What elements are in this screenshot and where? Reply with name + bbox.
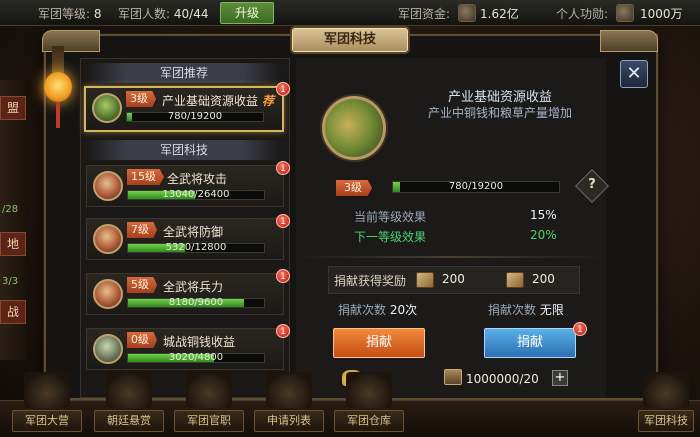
recommended-tech-card[interactable]: 3级 产业基础资源收益 780/19200 [84, 86, 284, 132]
nav-art-icon [346, 372, 392, 408]
donate-count-1: 捐献次数 20次 [338, 303, 418, 317]
next-effect-label: 下一等级效果 [354, 230, 427, 244]
detail-description: 产业中铜钱和粮草产量增加 [427, 106, 572, 120]
nav-art-icon [266, 372, 312, 408]
detail-level-badge: 3级 [336, 180, 372, 196]
lantern-tassel [56, 102, 60, 128]
legion-level: 军团等级: 8 [38, 7, 102, 21]
donate-count-2: 捐献次数 无限 [488, 303, 564, 317]
close-button[interactable]: ✕ [620, 60, 648, 88]
card-level-badge: 0级 [127, 332, 157, 348]
card-title: 全武将兵力 [163, 280, 224, 294]
dialog-corner-left [42, 30, 100, 52]
notification-badge: 1 [573, 322, 587, 336]
tech-icon [93, 171, 123, 201]
reward-label: 捐献获得奖励 [334, 274, 407, 288]
tech-header: 军团科技 [86, 140, 282, 160]
chest-icon [444, 369, 462, 385]
nav-art-icon [24, 372, 70, 408]
dialog-title: 军团科技 [292, 28, 408, 52]
tech-list-item[interactable]: 0级 城战铜钱收益 3020/4800 [86, 328, 284, 370]
current-effect-label: 当前等级效果 [354, 210, 427, 224]
nav-art-icon [186, 372, 232, 408]
card-progress-bar: 5320/12800 [127, 242, 265, 253]
tech-icon [93, 279, 123, 309]
card-progress-bar: 8180/9600 [127, 297, 265, 308]
card-level-badge: 3级 [126, 91, 156, 107]
add-button[interactable]: + [552, 370, 568, 386]
card-title: 全武将攻击 [167, 172, 228, 186]
card-level-badge: 15级 [127, 169, 164, 185]
current-effect-value: 15% [530, 208, 557, 222]
card-progress-text: 3020/4800 [168, 352, 224, 363]
detail-progress-text: 780/19200 [448, 181, 504, 192]
detail-divider [298, 256, 604, 258]
donate-button-copper[interactable]: 捐献 [333, 328, 425, 358]
recommend-header: 军团推荐 [86, 63, 282, 83]
donate-button-gold[interactable]: 捐献 [484, 328, 576, 358]
notification-badge: 1 [276, 324, 290, 338]
resource-tech-icon [92, 93, 122, 123]
lantern-hanger [52, 46, 64, 74]
funds-coin-icon [458, 4, 476, 22]
merit-scroll-icon [616, 4, 634, 22]
notification-badge: 1 [276, 214, 290, 228]
card-progress-text: 8180/9600 [168, 297, 224, 308]
legion-members: 军团人数: 40/44 [118, 7, 209, 21]
tech-icon [93, 334, 123, 364]
tech-list-item[interactable]: 15级 全武将攻击 13040/26400 [86, 165, 284, 207]
left-tag-battle[interactable]: 战 [0, 300, 26, 324]
card-progress-bar: 780/19200 [126, 111, 264, 122]
left-num-2: 3/3 [2, 276, 19, 287]
resource-tech-large-icon [322, 96, 386, 160]
next-effect-value: 20% [530, 228, 557, 242]
notification-badge: 1 [276, 82, 290, 96]
tech-list-item[interactable]: 5级 全武将兵力 8180/9600 [86, 273, 284, 315]
card-level-badge: 5级 [127, 277, 157, 293]
card-progress-bar: 3020/4800 [127, 352, 265, 363]
card-title: 全武将防御 [163, 225, 224, 239]
reward-value-1: 200 [442, 272, 465, 286]
nav-art-icon [106, 372, 152, 408]
tech-icon [93, 224, 123, 254]
bottom-nav-button[interactable]: 军团仓库 [334, 410, 404, 432]
recommend-stamp: 荐 [262, 94, 275, 108]
dialog-corner-right [600, 30, 658, 52]
notification-badge: 1 [276, 161, 290, 175]
bottom-nav-button[interactable]: 申请列表 [254, 410, 324, 432]
card-title: 城战铜钱收益 [163, 335, 236, 349]
card-progress-text: 5320/12800 [165, 242, 227, 253]
card-progress-bar: 13040/26400 [127, 189, 265, 200]
card-progress-text: 13040/26400 [162, 189, 230, 200]
merit-scroll-icon [416, 272, 434, 288]
personal-merit-value: 1000万 [640, 7, 683, 21]
left-tag-land[interactable]: 地 [0, 232, 26, 256]
bottom-nav-button[interactable]: 朝廷悬赏 [94, 410, 164, 432]
bottom-nav-button[interactable]: 军团大营 [12, 410, 82, 432]
legion-funds-value: 1.62亿 [480, 7, 519, 21]
upgrade-button[interactable]: 升级 [220, 2, 274, 24]
left-num-1: /28 [2, 204, 19, 215]
reward-value-2: 200 [532, 272, 555, 286]
detail-progress-bar: 780/19200 [392, 181, 560, 193]
left-tag-alliance[interactable]: 盟 [0, 96, 26, 120]
detail-title: 产业基础资源收益 [447, 90, 552, 105]
lantern-icon [44, 72, 72, 102]
bottom-nav-button[interactable]: 军团官职 [174, 410, 244, 432]
card-level-badge: 7级 [127, 222, 157, 238]
question-icon[interactable]: ? [585, 177, 599, 192]
top-status-bar: 军团等级: 8 军团人数: 40/44 升级 军团资金: 1.62亿 个人功勋:… [0, 0, 700, 26]
card-progress-text: 780/19200 [167, 111, 223, 122]
nav-art-icon [643, 372, 689, 408]
chest-value: 1000000/20 [466, 372, 539, 386]
personal-merit-label: 个人功勋: [556, 7, 609, 21]
legion-funds-label: 军团资金: [398, 7, 451, 21]
notification-badge: 1 [276, 269, 290, 283]
tech-list-item[interactable]: 7级 全武将防御 5320/12800 [86, 218, 284, 260]
card-title: 产业基础资源收益 [162, 94, 259, 108]
bottom-nav-button[interactable]: 军团科技 [638, 410, 694, 432]
funds-scroll-icon [506, 272, 524, 288]
